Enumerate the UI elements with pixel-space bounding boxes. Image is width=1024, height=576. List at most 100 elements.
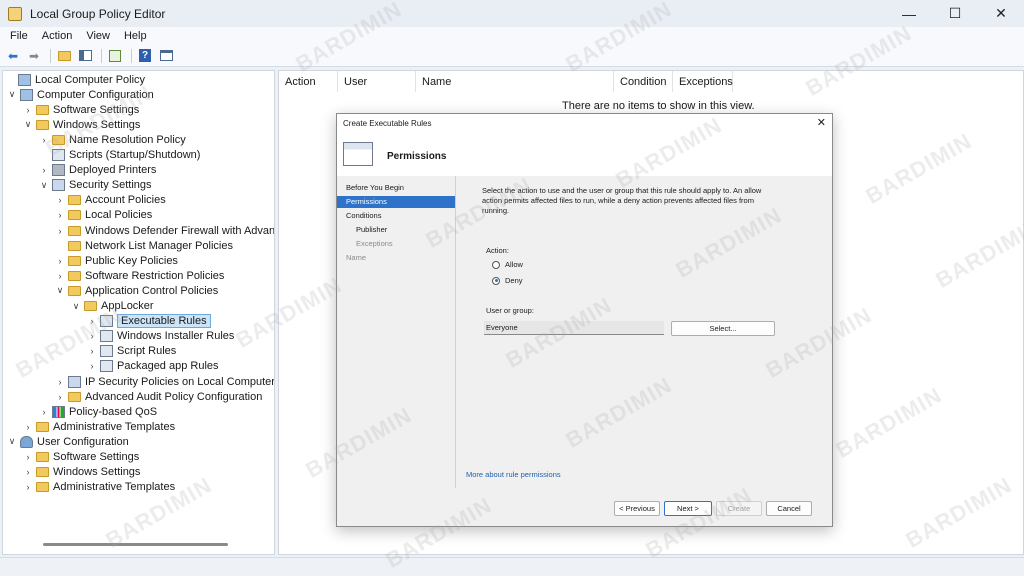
- up-folder-icon[interactable]: [55, 48, 73, 64]
- column-condition[interactable]: Condition: [614, 71, 673, 92]
- tree-node-label: Local Computer Policy: [35, 73, 146, 86]
- security-icon: [68, 375, 81, 388]
- chevron-right-icon[interactable]: ›: [23, 105, 33, 115]
- computer-icon: [18, 73, 31, 86]
- dialog-title: Create Executable Rules: [343, 118, 432, 128]
- tree-node-label: Administrative Templates: [53, 481, 176, 494]
- chevron-down-icon[interactable]: ∨: [71, 301, 81, 312]
- menu-action[interactable]: Action: [42, 30, 73, 42]
- back-arrow-icon[interactable]: ⬅: [4, 48, 22, 64]
- tree-node-label: Administrative Templates: [53, 420, 176, 433]
- export-list-icon[interactable]: [106, 48, 124, 64]
- tree-node[interactable]: › Windows Defender Firewall with Advance: [55, 223, 275, 238]
- dialog-close-icon[interactable]: ✕: [817, 116, 826, 129]
- column-user[interactable]: User: [338, 71, 416, 92]
- chevron-down-icon[interactable]: ∨: [39, 180, 49, 191]
- menu-view[interactable]: View: [86, 30, 110, 42]
- allow-radio[interactable]: Allow: [492, 260, 523, 269]
- tree-node[interactable]: › Public Key Policies: [55, 253, 178, 268]
- cancel-button[interactable]: Cancel: [766, 501, 812, 516]
- tree-node[interactable]: › Account Policies: [55, 193, 166, 208]
- chevron-right-icon[interactable]: ›: [55, 392, 65, 402]
- maximize-button[interactable]: ☐: [932, 0, 978, 27]
- step-permissions[interactable]: Permissions: [337, 196, 455, 208]
- tree-node[interactable]: › Administrative Templates: [23, 480, 176, 495]
- chevron-down-icon[interactable]: ∨: [23, 119, 33, 130]
- chevron-right-icon[interactable]: ›: [39, 165, 49, 175]
- tree-node[interactable]: › Script Rules: [87, 344, 176, 359]
- tree-node[interactable]: ∨ Security Settings: [39, 178, 152, 193]
- forward-arrow-icon[interactable]: ➡: [25, 48, 43, 64]
- tree-node-label: Advanced Audit Policy Configuration: [85, 390, 263, 403]
- tree-node[interactable]: › Windows Settings: [23, 465, 141, 480]
- tree-node-label: Public Key Policies: [85, 254, 178, 267]
- tree-node-label: Script Rules: [117, 345, 177, 358]
- tree-node[interactable]: › Policy-based QoS: [39, 404, 157, 419]
- column-name[interactable]: Name: [416, 71, 614, 92]
- folder-icon: [36, 482, 49, 493]
- deny-radio-button[interactable]: [492, 276, 500, 285]
- chevron-right-icon[interactable]: ›: [87, 361, 97, 371]
- chevron-down-icon[interactable]: ∨: [7, 89, 17, 100]
- deny-radio[interactable]: Deny: [492, 276, 523, 285]
- chevron-right-icon[interactable]: ›: [87, 346, 97, 356]
- chevron-right-icon[interactable]: ›: [55, 256, 65, 266]
- chevron-down-icon[interactable]: ∨: [55, 285, 65, 296]
- tree-node[interactable]: › Packaged app Rules: [87, 359, 219, 374]
- window-title: Local Group Policy Editor: [30, 6, 166, 21]
- tree-node[interactable]: › Software Settings: [23, 450, 140, 465]
- tree-node-label: Software Settings: [53, 451, 140, 463]
- menu-help[interactable]: Help: [124, 30, 147, 42]
- show-hide-tree-icon[interactable]: [76, 48, 94, 64]
- chevron-right-icon[interactable]: ›: [55, 377, 65, 387]
- minimize-button[interactable]: —: [886, 0, 932, 27]
- step-name[interactable]: Name: [337, 252, 455, 264]
- chevron-right-icon[interactable]: ›: [23, 482, 33, 492]
- step-conditions[interactable]: Conditions: [337, 210, 455, 222]
- step-before-you-begin[interactable]: Before You Begin: [337, 182, 455, 194]
- tree-node-label: Security Settings: [69, 179, 152, 192]
- chevron-right-icon[interactable]: ›: [55, 226, 65, 236]
- tree-horizontal-scrollbar[interactable]: [43, 543, 228, 546]
- tree-node[interactable]: › Deployed Printers: [39, 163, 156, 178]
- tree-node[interactable]: › Advanced Audit Policy Configuration: [55, 389, 263, 404]
- folder-icon: [68, 240, 81, 251]
- tree-node[interactable]: Network List Manager Policies: [55, 238, 233, 253]
- chevron-right-icon[interactable]: ›: [55, 271, 65, 281]
- allow-radio-button[interactable]: [492, 260, 500, 269]
- tree-node[interactable]: › Software Restriction Policies: [55, 268, 225, 283]
- chevron-right-icon[interactable]: ›: [55, 195, 65, 205]
- folder-icon: [68, 270, 81, 281]
- folder-icon: [68, 225, 81, 236]
- previous-button[interactable]: < Previous: [614, 501, 660, 516]
- tree-node[interactable]: ∨ Application Control Policies: [55, 283, 219, 298]
- folder-icon: [68, 285, 81, 296]
- chevron-right-icon[interactable]: ›: [23, 467, 33, 477]
- tree-node-label: IP Security Policies on Local Computer: [85, 375, 275, 388]
- select-user-button[interactable]: Select...: [671, 321, 775, 336]
- column-exceptions[interactable]: Exceptions: [673, 71, 733, 92]
- computer-icon: [20, 88, 33, 101]
- more-about-rule-permissions-link[interactable]: More about rule permissions: [466, 470, 561, 479]
- close-button[interactable]: ✕: [978, 0, 1024, 27]
- folder-icon: [36, 104, 49, 115]
- toolbar-divider: [50, 48, 51, 63]
- chevron-right-icon[interactable]: ›: [23, 422, 33, 432]
- tree-node-label: Windows Defender Firewall with Advance: [85, 224, 275, 237]
- title-bar: Local Group Policy Editor — ☐ ✕: [0, 0, 1024, 27]
- deny-label: Deny: [505, 276, 523, 285]
- chevron-right-icon[interactable]: ›: [23, 452, 33, 462]
- tree-node[interactable]: ∨ User Configuration: [7, 434, 129, 449]
- tree-node[interactable]: › Administrative Templates: [23, 419, 176, 434]
- chevron-right-icon[interactable]: ›: [39, 407, 49, 417]
- properties-icon[interactable]: [157, 48, 175, 64]
- folder-icon: [68, 195, 81, 206]
- tree-node[interactable]: › Local Policies: [55, 208, 153, 223]
- help-icon[interactable]: ?: [136, 48, 154, 64]
- chevron-down-icon[interactable]: ∨: [7, 436, 17, 447]
- menu-file[interactable]: File: [10, 30, 28, 42]
- status-bar: [0, 557, 1024, 576]
- chevron-right-icon[interactable]: ›: [55, 210, 65, 220]
- tree-node[interactable]: Local Computer Policy: [5, 72, 145, 87]
- tree-node[interactable]: › IP Security Policies on Local Computer: [55, 374, 275, 389]
